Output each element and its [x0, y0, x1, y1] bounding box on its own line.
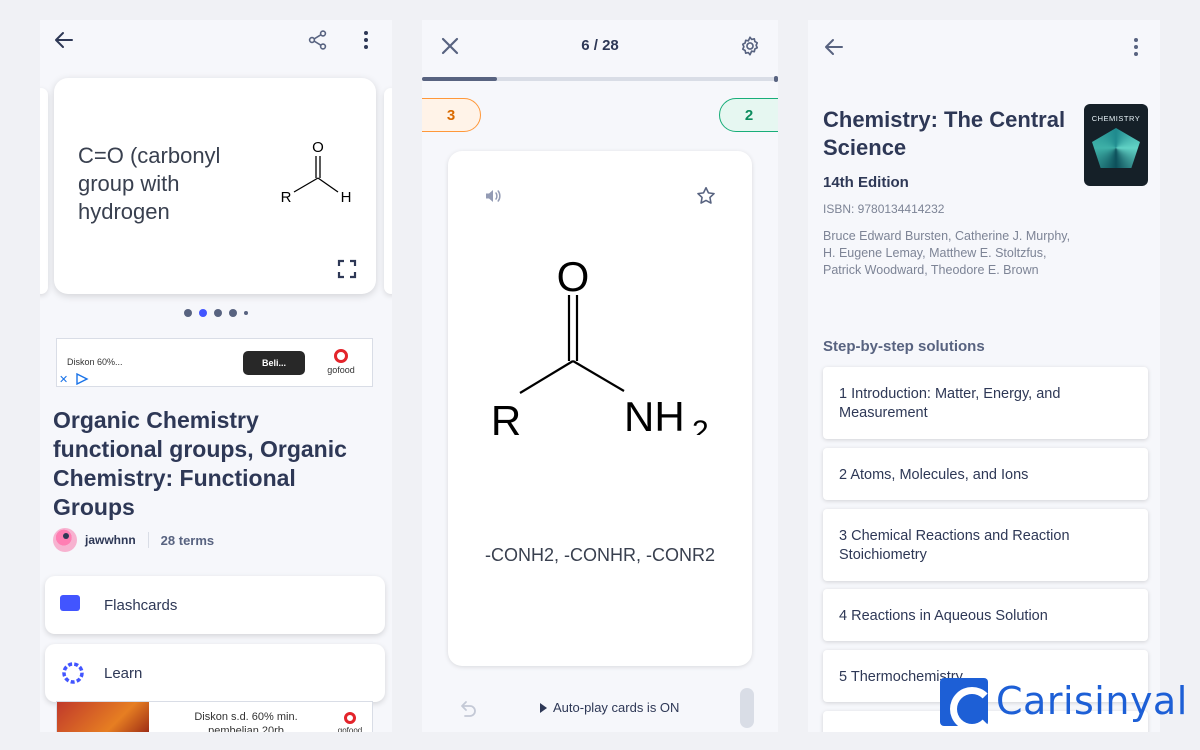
- gofood-logo: gofood: [319, 349, 363, 375]
- mode-label: Flashcards: [104, 596, 178, 614]
- carisinyal-logo-icon: [940, 678, 994, 731]
- scrollbar-thumb[interactable]: [740, 688, 754, 728]
- atom-o: O: [557, 253, 590, 300]
- previous-card-peek[interactable]: [40, 88, 48, 294]
- divider: [147, 532, 149, 548]
- speaker-icon[interactable]: [482, 185, 504, 207]
- card-definition: -CONH2, -CONHR, -CONR2: [484, 545, 715, 565]
- book-cover-image: CHEMISTRY: [1084, 104, 1148, 186]
- ad-text: Diskon s.d. 60% min. pembelian 20rb: [194, 711, 298, 732]
- textbook-screen: Chemistry: The Central Science 14th Edit…: [808, 20, 1160, 732]
- fullscreen-icon[interactable]: [336, 258, 358, 280]
- carisinyal-watermark: Carisinyal: [940, 678, 1188, 731]
- carousel-dot[interactable]: [244, 311, 248, 315]
- study-progress-bar: [422, 76, 778, 82]
- atom-r: R: [281, 189, 292, 206]
- chapter-label: 2 Atoms, Molecules, and Ions: [839, 467, 1029, 483]
- book-edition: 14th Edition: [823, 174, 909, 191]
- ad-text: Diskon 60%...: [67, 357, 123, 367]
- carousel-dots: [40, 309, 392, 317]
- creator-username[interactable]: jawwhnn: [85, 533, 136, 547]
- top-bar: [40, 20, 392, 60]
- term-count: 28 terms: [160, 532, 215, 548]
- chapter-label: 4 Reactions in Aqueous Solution: [839, 608, 1048, 624]
- mode-label: Learn: [104, 664, 143, 682]
- set-overview-screen: C=O (carbonyl group with hydrogen O R H …: [40, 20, 392, 732]
- share-icon[interactable]: [304, 26, 332, 54]
- learn-mode-button[interactable]: Learn: [45, 644, 385, 702]
- carousel-dot[interactable]: [229, 309, 237, 317]
- chapter-item[interactable]: 4 Reactions in Aqueous Solution: [823, 589, 1148, 641]
- progress-fill: [422, 77, 497, 81]
- flashcards-icon: [60, 595, 86, 617]
- atom-subscript: 2: [692, 415, 709, 435]
- chapter-item[interactable]: 1 Introduction: Matter, Energy, and Meas…: [823, 367, 1148, 439]
- back-arrow-icon[interactable]: [50, 26, 78, 54]
- chapter-label: 3 Chemical Reactions and Reaction Stoich…: [839, 528, 1070, 563]
- amide-structure-diagram: O R NH 2: [491, 253, 709, 435]
- more-vertical-icon[interactable]: [352, 26, 380, 54]
- autoplay-label: Auto-play cards is ON: [553, 700, 680, 715]
- atom-nh: NH: [624, 393, 685, 435]
- still-learning-count: 3: [422, 98, 481, 132]
- next-card-peek[interactable]: [384, 88, 392, 294]
- ad-banner-bottom[interactable]: Diskon s.d. 60% min. pembelian 20rb gofo…: [56, 701, 373, 732]
- ad-cta-button[interactable]: Beli...: [243, 351, 305, 375]
- preview-flashcard[interactable]: C=O (carbonyl group with hydrogen O R H: [54, 78, 376, 294]
- book-title: Chemistry: The Central Science: [823, 107, 1066, 160]
- gofood-logo: gofood: [333, 712, 367, 732]
- creator-row: jawwhnn 28 terms: [53, 528, 214, 552]
- carousel-dot-active[interactable]: [199, 309, 207, 317]
- flashcards-study-screen: 6 / 28 3 2 O R NH 2 -CONH2, -CONHR, -CON…: [422, 20, 778, 732]
- book-isbn: ISBN: 9780134414232: [823, 202, 945, 216]
- card-term: C=O (carbonyl group with hydrogen: [78, 143, 221, 224]
- adchoices-icon[interactable]: [75, 373, 89, 385]
- chapter-label: 1 Introduction: Matter, Energy, and Meas…: [839, 386, 1061, 421]
- ad-food-image: [57, 702, 149, 732]
- cover-crystal-art: [1092, 128, 1140, 168]
- aldehyde-structure-diagram: O R H: [281, 140, 352, 206]
- gear-icon[interactable]: [736, 32, 764, 60]
- atom-h: H: [341, 189, 352, 206]
- play-icon: [540, 702, 547, 713]
- learn-icon: [62, 662, 84, 684]
- avatar[interactable]: [53, 528, 77, 552]
- study-flashcard[interactable]: O R NH 2 -CONH2, -CONHR, -CONR2: [448, 151, 752, 666]
- cover-title: CHEMISTRY: [1091, 114, 1141, 123]
- atom-o: O: [312, 140, 324, 156]
- watermark-text: Carisinyal: [996, 679, 1188, 723]
- back-arrow-icon[interactable]: [820, 33, 848, 61]
- section-label: Step-by-step solutions: [823, 338, 985, 355]
- progress-end-marker: [774, 76, 778, 82]
- chapter-item[interactable]: 3 Chemical Reactions and Reaction Stoich…: [823, 509, 1148, 581]
- star-icon[interactable]: [694, 184, 718, 208]
- set-title: Organic Chemistry functional groups, Org…: [53, 407, 347, 520]
- carousel-dot[interactable]: [184, 309, 192, 317]
- more-vertical-icon[interactable]: [1122, 33, 1150, 61]
- undo-icon[interactable]: [456, 696, 480, 720]
- card-counter: 6 / 28: [581, 37, 619, 54]
- book-authors: Bruce Edward Bursten, Catherine J. Murph…: [823, 229, 1071, 277]
- carousel-dot[interactable]: [214, 309, 222, 317]
- ad-banner-top[interactable]: Diskon 60%... Beli... gofood ✕: [56, 338, 373, 387]
- atom-r: R: [491, 397, 521, 435]
- know-count: 2: [719, 98, 778, 132]
- flashcards-mode-button[interactable]: Flashcards: [45, 576, 385, 634]
- ad-close-icon[interactable]: ✕: [59, 373, 68, 386]
- chapter-item[interactable]: 2 Atoms, Molecules, and Ions: [823, 448, 1148, 500]
- autoplay-toggle[interactable]: Auto-play cards is ON: [540, 700, 679, 715]
